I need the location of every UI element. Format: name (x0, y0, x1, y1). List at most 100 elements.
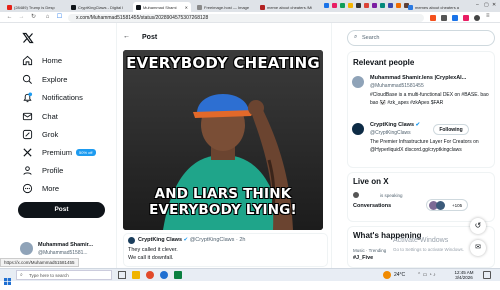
windows-taskbar: ⌕ Type here to search 24°C ⌃ ▭ ◔ ♪ 12:45… (0, 268, 500, 285)
activate-windows-subtitle: Go to Settings to activate Windows. (393, 247, 465, 252)
bookmark-icon[interactable]: ☐ (56, 14, 63, 21)
live-space-chip[interactable]: +105 (426, 199, 468, 211)
messages-icon[interactable]: ✉ (470, 240, 486, 256)
tab-label: Freeimage.host — Image (204, 4, 250, 10)
person-bio: The Premier Infrastructure Layer For Cre… (370, 139, 479, 153)
browser-tab[interactable]: CryptKingClaws - Digital I (68, 2, 130, 12)
extension-icon[interactable] (463, 15, 469, 21)
person-name[interactable]: Muhammad Shamir.lens |CryplexAI... (370, 75, 466, 81)
extension-icon[interactable] (372, 3, 377, 8)
home-icon[interactable]: ⌂ (44, 14, 51, 21)
taskbar-search[interactable]: ⌕ Type here to search (16, 270, 112, 280)
tray-icons[interactable]: ⌃ ▭ ◔ ♪ (417, 272, 436, 278)
youtube-icon (7, 4, 12, 10)
avatar[interactable] (352, 123, 364, 135)
link-preview-status: https://x.com/Muhammad51581455 (0, 258, 79, 267)
extension-icon[interactable] (324, 3, 329, 8)
tab-label: Muhammad Shami (143, 4, 177, 10)
maximize-icon[interactable]: ▢ (484, 2, 489, 8)
quoted-post[interactable]: CryptKing Claws ✔ @CryptKingClaws · 2h T… (123, 233, 328, 267)
trend-category: Music · Trending (353, 248, 387, 253)
speaking-status: is speaking (380, 193, 403, 198)
notifications-icon[interactable] (483, 271, 491, 279)
forward-icon[interactable]: → (18, 14, 25, 21)
person-icon (22, 165, 33, 176)
quote-author: CryptKing Claws ✔ @CryptKingClaws · 2h (138, 237, 246, 243)
more-circle-icon (22, 183, 33, 194)
activate-windows-title: Activate Windows (393, 237, 449, 244)
image-icon (197, 4, 202, 10)
trend-item[interactable]: #J_Five (353, 255, 373, 261)
windows-start-icon[interactable] (4, 272, 11, 285)
browser-tab[interactable]: Freeimage.host — Image (194, 2, 254, 12)
mail-icon (22, 111, 33, 122)
brave-shield-icon[interactable] (430, 15, 436, 21)
search-icon (22, 74, 33, 85)
extension-icon[interactable] (356, 3, 361, 8)
browser-icon[interactable] (146, 271, 154, 279)
nav-notifications[interactable]: Notifications (22, 91, 83, 103)
search-icon: ⌕ (20, 272, 23, 278)
page-title: Post (142, 34, 158, 41)
task-view-icon[interactable] (118, 271, 126, 279)
nav-grok[interactable]: Grok (22, 128, 58, 140)
file-explorer-icon[interactable] (132, 271, 140, 279)
nav-label: More (42, 183, 60, 193)
extension-icon[interactable] (388, 3, 393, 8)
avatar (436, 201, 445, 210)
extension-icon[interactable] (441, 15, 447, 21)
browser-tab-active[interactable]: Muhammad Shami ✕ (133, 2, 191, 12)
nav-profile[interactable]: Profile (22, 164, 63, 176)
pinned-extensions (324, 3, 409, 8)
extension-icon[interactable] (364, 3, 369, 8)
clock[interactable]: 12:45 AM 3/4/2026 (452, 270, 476, 280)
edge-icon[interactable] (160, 271, 168, 279)
weather-temp[interactable]: 24°C (394, 272, 405, 278)
minimize-icon[interactable]: – (476, 2, 479, 8)
close-window-icon[interactable]: ✕ (492, 2, 496, 8)
extension-icon[interactable] (452, 15, 458, 21)
person-name[interactable]: CryptKing Claws ✔ (370, 122, 420, 128)
account-switcher[interactable]: Muhammad Shamir... @Muhammad51581... (20, 240, 116, 258)
weather-icon[interactable] (383, 271, 391, 279)
tab-label: (28489) Trump is Desp (14, 4, 55, 10)
avatar[interactable] (352, 76, 364, 88)
extension-icon[interactable] (340, 3, 345, 8)
search-box[interactable]: ⌕ Search (347, 30, 495, 46)
nav-more[interactable]: More (22, 182, 59, 194)
nav-label: Grok (42, 129, 59, 139)
reload-icon[interactable]: ↻ (30, 14, 37, 21)
menu-icon[interactable]: ≡ (486, 13, 490, 19)
extension-icon[interactable] (332, 3, 337, 8)
nav-premium[interactable]: Premium 50% off (22, 146, 96, 158)
following-button[interactable]: Following (433, 124, 469, 135)
x-logo-icon[interactable] (22, 31, 34, 44)
conversations-label[interactable]: Conversations (353, 203, 391, 209)
close-tab-icon[interactable]: ✕ (185, 5, 188, 10)
nav-explore[interactable]: Explore (22, 73, 67, 85)
quote-handle: @CryptKingClaws (189, 237, 235, 243)
account-name: Muhammad Shamir... (38, 242, 94, 248)
browser-tab[interactable]: meme about cheaters /Mi (257, 2, 319, 12)
meme-top-caption: EVERYBODY CHEATING (126, 54, 320, 72)
profile-icon[interactable] (474, 15, 480, 21)
browser-tab[interactable]: (28489) Trump is Desp (4, 2, 64, 12)
meme-image[interactable]: EVERYBODY CHEATING AND LIARS THINK EVERY… (123, 50, 323, 230)
home-icon (22, 55, 33, 66)
app-icon[interactable] (174, 271, 182, 279)
browser-tab[interactable]: memes about cheaters a (405, 2, 463, 12)
url-field[interactable]: x.com/Muhammad51581455/status/2028904575… (68, 14, 424, 22)
extension-icon[interactable] (348, 3, 353, 8)
back-icon[interactable]: ← (6, 14, 13, 21)
back-arrow-icon[interactable]: ← (123, 33, 130, 40)
person-bio: #CloudBase is a multi-functional DEX on … (370, 92, 489, 106)
nav-chat[interactable]: Chat (22, 110, 58, 122)
post-button[interactable]: Post (18, 202, 105, 218)
extension-icon[interactable] (396, 3, 401, 8)
verified-icon: ✔ (415, 122, 421, 128)
search-engine-icon (408, 4, 413, 10)
discount-badge: 50% off (76, 148, 96, 156)
grok-icon[interactable]: ↺ (470, 218, 486, 234)
nav-home[interactable]: Home (22, 54, 62, 66)
extension-icon[interactable] (380, 3, 385, 8)
